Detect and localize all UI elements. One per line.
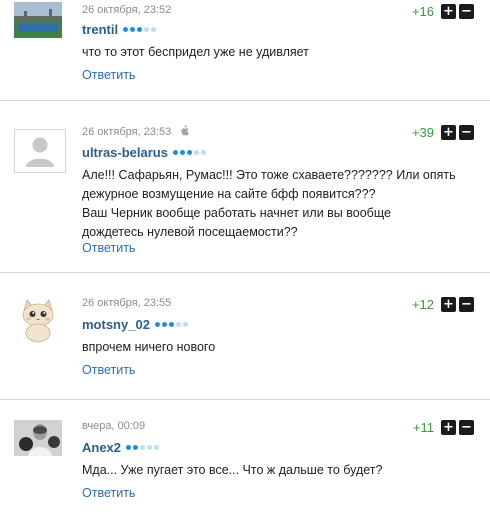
rating-dot bbox=[126, 445, 132, 450]
comment-item: вчера, 00:09 Anex2 Мда... Уже пугает это… bbox=[0, 400, 490, 515]
apple-icon bbox=[180, 125, 190, 139]
comment-text-line: Мда... Уже пугает это все... Что ж дальш… bbox=[82, 463, 383, 477]
downvote-button[interactable]: − bbox=[459, 420, 474, 435]
comment-text: впрочем ничего нового bbox=[82, 338, 477, 357]
downvote-button[interactable]: − bbox=[459, 125, 474, 140]
comment-text: Але!!! Сафарьян, Румас!!! Это тоже схава… bbox=[82, 166, 477, 242]
rating-dot bbox=[172, 150, 178, 155]
cat-avatar[interactable] bbox=[16, 297, 60, 343]
comment-date-text: 26 октября, 23:55 bbox=[82, 297, 172, 309]
reply-link[interactable]: Ответить bbox=[82, 241, 135, 255]
comment-date-text: вчера, 00:09 bbox=[82, 420, 146, 432]
reply-link[interactable]: Ответить bbox=[82, 363, 135, 377]
default-user-avatar[interactable] bbox=[14, 129, 66, 173]
comments-list: 26 октября, 23:52 trentil что то этот бе… bbox=[0, 0, 490, 515]
user-rating-dots bbox=[172, 150, 206, 155]
vote-score: +11 bbox=[412, 420, 434, 435]
stadium-photo-avatar[interactable] bbox=[14, 2, 62, 38]
user-rating-dots bbox=[126, 445, 160, 450]
rating-dot bbox=[200, 150, 206, 155]
upvote-button[interactable]: + bbox=[441, 125, 456, 140]
username-link[interactable]: motsny_02 bbox=[82, 317, 150, 332]
rating-dot bbox=[123, 27, 129, 32]
rating-dot bbox=[161, 322, 167, 327]
comment-item: 26 октября, 23:53 ultras-belarus Але!!! … bbox=[0, 101, 490, 273]
rating-dot bbox=[186, 150, 192, 155]
rating-dot bbox=[168, 322, 174, 327]
comment-date: 26 октября, 23:53 bbox=[82, 125, 190, 139]
comment-author: motsny_02 bbox=[82, 317, 188, 332]
rating-dot bbox=[175, 322, 181, 327]
comment-text-line: Ваш Черник вообще работать начнет или вы… bbox=[82, 206, 391, 220]
comment-text-line: дождетесь нулевой посещаемости?? bbox=[82, 225, 298, 239]
rating-dot bbox=[133, 445, 139, 450]
rating-dot bbox=[144, 27, 150, 32]
comment-date: вчера, 00:09 bbox=[82, 420, 145, 432]
rating-dot bbox=[154, 322, 160, 327]
upvote-button[interactable]: + bbox=[441, 297, 456, 312]
comment-text-line: дежурное возмущение на сайте бфф появитс… bbox=[82, 187, 376, 201]
rating-dot bbox=[147, 445, 153, 450]
comment-date-text: 26 октября, 23:53 bbox=[82, 126, 172, 138]
comment-author: ultras-belarus bbox=[82, 145, 206, 160]
username-link[interactable]: Anex2 bbox=[82, 440, 121, 455]
reply-link[interactable]: Ответить bbox=[82, 486, 135, 500]
vote-controls: +16 + − bbox=[412, 4, 474, 19]
comment-author: trentil bbox=[82, 22, 157, 37]
comment-text-line: Але!!! Сафарьян, Румас!!! Это тоже схава… bbox=[82, 168, 456, 182]
comment-text-line: впрочем ничего нового bbox=[82, 340, 216, 354]
user-rating-dots bbox=[154, 322, 188, 327]
comment-text: Мда... Уже пугает это все... Что ж дальш… bbox=[82, 461, 477, 480]
rating-dot bbox=[193, 150, 199, 155]
rating-dot bbox=[137, 27, 143, 32]
username-link[interactable]: ultras-belarus bbox=[82, 145, 168, 160]
upvote-button[interactable]: + bbox=[441, 420, 456, 435]
comment-text-line: что то этот беспридел уже не удивляет bbox=[82, 45, 309, 59]
rating-dot bbox=[140, 445, 146, 450]
comment-item: 26 октября, 23:55 motsny_02 впрочем ниче… bbox=[0, 273, 490, 400]
vote-score: +16 bbox=[411, 4, 434, 19]
downvote-button[interactable]: − bbox=[459, 297, 474, 312]
reply-link[interactable]: Ответить bbox=[82, 68, 135, 82]
rating-dot bbox=[179, 150, 185, 155]
comment-date: 26 октября, 23:55 bbox=[82, 297, 171, 309]
rating-dot bbox=[182, 322, 188, 327]
rating-dot bbox=[151, 27, 157, 32]
comment-date: 26 октября, 23:52 bbox=[82, 4, 171, 16]
vote-controls: +39 + − bbox=[412, 125, 474, 140]
upvote-button[interactable]: + bbox=[441, 4, 456, 19]
boxer-photo-avatar[interactable] bbox=[14, 420, 62, 456]
vote-controls: +11 + − bbox=[413, 420, 474, 435]
comment-author: Anex2 bbox=[82, 440, 160, 455]
comment-item: 26 октября, 23:52 trentil что то этот бе… bbox=[0, 0, 490, 101]
comment-date-text: 26 октября, 23:52 bbox=[82, 4, 172, 16]
user-rating-dots bbox=[123, 27, 157, 32]
rating-dot bbox=[154, 445, 160, 450]
comment-text: что то этот беспридел уже не удивляет bbox=[82, 43, 477, 62]
vote-controls: +12 + − bbox=[412, 297, 474, 312]
username-link[interactable]: trentil bbox=[82, 22, 118, 37]
vote-score: +39 bbox=[411, 125, 434, 140]
downvote-button[interactable]: − bbox=[459, 4, 474, 19]
vote-score: +12 bbox=[411, 297, 434, 312]
rating-dot bbox=[130, 27, 136, 32]
